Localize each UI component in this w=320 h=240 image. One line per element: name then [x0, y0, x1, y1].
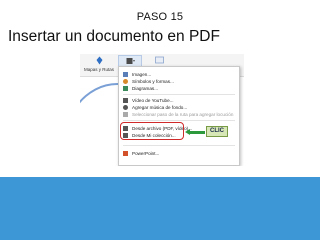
insert-icon [126, 57, 135, 66]
menu-item-label: Seleccionar paso de la ruta para agregar… [132, 112, 234, 117]
voice-icon [123, 112, 128, 117]
map-icon [95, 56, 104, 65]
highlight-box [120, 122, 184, 140]
menu-item-label: Vídeo de YouTube... [132, 98, 174, 103]
shapes-icon [123, 79, 128, 84]
diagram-icon [123, 86, 128, 91]
menu-item-diagrams[interactable]: Diagramas... [123, 85, 235, 92]
app-screenshot: Mapas y Rutas Insertar Temas Imagen... S… [80, 54, 244, 166]
image-icon [123, 72, 128, 77]
slide-heading: Insertar un documento en PDF [8, 28, 220, 45]
clic-label: CLIC [206, 126, 228, 137]
menu-item-voiceover: Seleccionar paso de la ruta para agregar… [123, 111, 235, 118]
menu-item-symbols[interactable]: Símbolos y formas... [123, 78, 235, 85]
music-icon [123, 105, 128, 110]
menu-separator [123, 94, 235, 95]
insert-dropdown-menu: Imagen... Símbolos y formas... Diagramas… [118, 66, 240, 166]
menu-item-label: Imagen... [132, 72, 152, 77]
menu-item-label: Diagramas... [132, 86, 159, 91]
menu-item-label: PowerPoint... [132, 151, 160, 156]
menu-separator [123, 145, 235, 146]
ribbon-button-label: Mapas y Rutas [84, 67, 115, 72]
menu-item-youtube[interactable]: Vídeo de YouTube... [123, 97, 235, 104]
menu-item-label: Agregar música de fondo... [132, 105, 188, 110]
menu-separator [123, 120, 235, 121]
themes-icon [154, 56, 164, 65]
step-title: PASO 15 [136, 11, 184, 23]
menu-item-music[interactable]: Agregar música de fondo... [123, 104, 235, 111]
menu-item-label: Símbolos y formas... [132, 79, 174, 84]
arrow-line [189, 131, 205, 134]
menu-item-powerpoint[interactable]: PowerPoint... [123, 150, 235, 157]
video-icon [123, 98, 128, 103]
bottom-band [0, 177, 320, 240]
menu-item-image[interactable]: Imagen... [123, 71, 235, 78]
ribbon-button-maps[interactable]: Mapas y Rutas [84, 55, 114, 75]
powerpoint-icon [123, 151, 128, 156]
